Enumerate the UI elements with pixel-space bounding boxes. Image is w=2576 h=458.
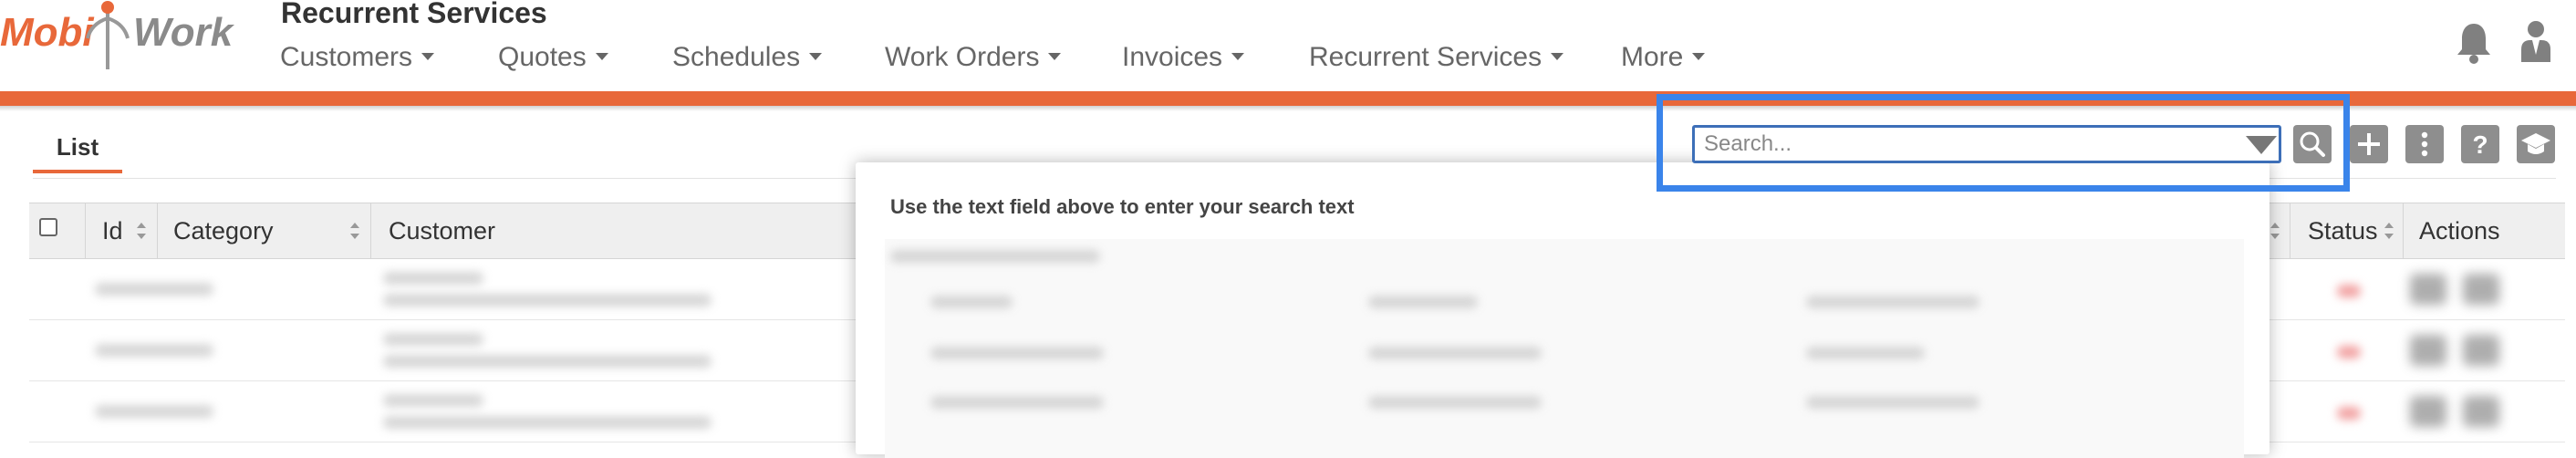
- chevron-down-icon: [595, 53, 608, 61]
- search-suggestion-panel: Use the text field above to enter your s…: [856, 162, 2270, 458]
- app-header: Mobi Work Recurrent Services Customers Q…: [0, 0, 2576, 91]
- action-button[interactable]: [2463, 274, 2499, 305]
- column-separator: [157, 203, 158, 258]
- column-separator: [370, 203, 371, 258]
- question-icon: ?: [2472, 130, 2488, 159]
- svg-text:?: ?: [2472, 130, 2488, 159]
- chevron-down-icon: [1692, 53, 1706, 61]
- blurred-cell: [95, 344, 213, 357]
- svg-text:Mobi: Mobi: [0, 10, 94, 55]
- column-separator: [2403, 203, 2404, 258]
- mobiwork-logo[interactable]: Mobi Work: [0, 0, 246, 73]
- sort-icon[interactable]: [2383, 221, 2395, 241]
- column-separator: [85, 203, 86, 258]
- more-options-button[interactable]: [2405, 125, 2444, 163]
- column-header-id[interactable]: Id: [102, 203, 123, 258]
- kebab-menu-icon: [2421, 131, 2428, 157]
- blurred-cell: [383, 294, 712, 307]
- nav-label: Recurrent Services: [1309, 42, 1542, 72]
- blurred-result[interactable]: [930, 296, 1013, 308]
- blurred-result[interactable]: [1806, 396, 1979, 409]
- status-badge: [2337, 346, 2361, 359]
- blurred-result[interactable]: [1806, 347, 1925, 359]
- search-input[interactable]: [1692, 125, 2281, 163]
- nav-label: Schedules: [672, 42, 801, 72]
- nav-label: More: [1621, 42, 1684, 72]
- nav-label: Quotes: [498, 42, 587, 72]
- add-button[interactable]: [2350, 125, 2388, 163]
- blurred-cell: [95, 405, 213, 418]
- select-all-checkbox[interactable]: [39, 218, 57, 236]
- column-header-status[interactable]: Status: [2308, 203, 2378, 258]
- action-button[interactable]: [2410, 396, 2446, 427]
- blurred-result[interactable]: [1806, 296, 1979, 308]
- action-button[interactable]: [2410, 335, 2446, 366]
- chevron-down-icon: [1048, 53, 1062, 61]
- tutorial-button[interactable]: [2517, 125, 2555, 163]
- sort-icon[interactable]: [348, 221, 361, 241]
- nav-more[interactable]: More: [1621, 42, 1706, 73]
- chevron-down-icon: [421, 53, 435, 61]
- action-button[interactable]: [2463, 396, 2499, 427]
- graduation-cap-icon: [2521, 133, 2550, 154]
- help-button[interactable]: ?: [2461, 125, 2499, 163]
- nav-quotes[interactable]: Quotes: [498, 42, 608, 73]
- blurred-cell: [383, 272, 483, 285]
- column-header-actions: Actions: [2419, 217, 2500, 245]
- status-badge: [2337, 407, 2361, 420]
- search-button[interactable]: [2293, 125, 2332, 163]
- blurred-result[interactable]: [1368, 347, 1542, 359]
- search-icon: [2300, 131, 2325, 157]
- nav-label: Customers: [280, 42, 413, 72]
- nav-label: Invoices: [1122, 42, 1223, 72]
- chevron-down-icon: [1231, 53, 1245, 61]
- plus-icon: [2358, 133, 2380, 155]
- svg-text:Work: Work: [133, 10, 235, 55]
- column-header-category[interactable]: Category: [173, 203, 274, 258]
- blurred-result[interactable]: [930, 396, 1104, 409]
- logo-graphic: Mobi Work: [0, 1, 235, 69]
- search-results-area: [885, 239, 2244, 458]
- sort-icon[interactable]: [2269, 221, 2281, 241]
- blurred-cell: [95, 283, 213, 296]
- blurred-cell: [383, 416, 712, 429]
- status-badge: [2337, 285, 2361, 297]
- nav-label: Work Orders: [885, 42, 1040, 72]
- search-dropdown-caret-icon[interactable]: [2246, 136, 2277, 154]
- blurred-result: [890, 250, 1100, 263]
- action-button[interactable]: [2463, 335, 2499, 366]
- chevron-down-icon: [1551, 53, 1564, 61]
- bell-icon[interactable]: [2456, 20, 2492, 66]
- page-title: Recurrent Services: [281, 0, 547, 29]
- blurred-cell: [383, 333, 483, 346]
- sort-icon[interactable]: [135, 221, 148, 241]
- active-tab-indicator: [33, 170, 122, 173]
- blurred-cell: [383, 394, 483, 407]
- user-icon[interactable]: [2519, 18, 2552, 64]
- blurred-result[interactable]: [1368, 296, 1478, 308]
- blurred-result[interactable]: [1368, 396, 1542, 409]
- nav-recurrent-services[interactable]: Recurrent Services: [1309, 42, 1564, 73]
- column-header-customer[interactable]: Customer: [389, 203, 495, 258]
- blurred-cell: [383, 355, 712, 368]
- nav-customers[interactable]: Customers: [280, 42, 435, 73]
- nav-invoices[interactable]: Invoices: [1122, 42, 1245, 73]
- nav-work-orders[interactable]: Work Orders: [885, 42, 1062, 73]
- action-button[interactable]: [2410, 274, 2446, 305]
- blurred-result[interactable]: [930, 347, 1104, 359]
- chevron-down-icon: [809, 53, 823, 61]
- search-instruction: Use the text field above to enter your s…: [890, 195, 1355, 218]
- nav-schedules[interactable]: Schedules: [672, 42, 823, 73]
